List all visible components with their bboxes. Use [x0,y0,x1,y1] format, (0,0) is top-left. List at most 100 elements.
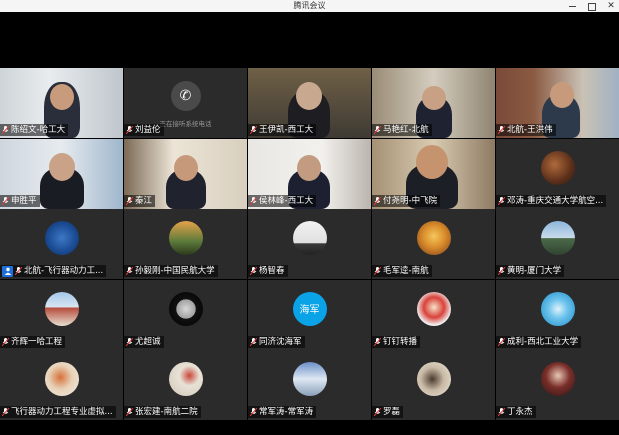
participant-name: 马艳红-北航 [383,125,429,135]
participant-tile[interactable]: 钉钉转播 [372,279,495,350]
mic-muted-icon [126,126,133,134]
participant-nameplate: 张宏建-南航二院 [124,406,201,418]
minimize-button[interactable] [569,1,577,11]
participant-tile[interactable]: 付尧明-中飞院 [372,138,495,209]
avatar [541,221,575,256]
participant-nameplate: 常军涛-常军涛 [248,406,317,418]
participant-nameplate: 丁永杰 [496,406,536,418]
participant-name: 刘益伦 [135,125,161,135]
close-button[interactable]: ✕ [607,1,615,11]
participant-nameplate: 成利-西北工业大学 [496,335,582,348]
participant-nameplate: 尤超诚 [124,335,164,348]
participant-tile[interactable]: ✆ 正在接听系统电话 刘益伦 [124,68,247,138]
title-bar: 腾讯会议 ✕ [0,0,619,12]
mic-muted-icon [2,196,9,205]
participant-name: 罗磊 [383,407,401,417]
avatar [416,291,451,326]
maximize-button[interactable] [588,1,596,11]
participant-name: 毛军逵-南航 [383,266,429,276]
avatar [44,291,79,326]
participant-name: 齐辉一哈工程 [11,336,63,347]
participant-name: 张宏建-南航二院 [135,407,198,417]
participant-name: 成利-西北工业大学 [507,336,579,347]
participant-nameplate: 申胜平 [0,194,40,207]
avatar: 海军 [292,291,327,326]
mic-muted-icon [498,408,505,416]
participant-nameplate: 毛军逵-南航 [372,265,432,277]
participant-name: 申胜平 [11,195,37,206]
avatar [416,221,451,256]
participant-name: 王伊凯-西工大 [259,125,314,135]
participant-nameplate: 邓涛-重庆交通大学航空... [496,194,607,207]
participant-name: 黄明-厦门大学 [507,266,562,276]
participant-name: 同济沈海军 [259,336,302,347]
participant-nameplate: 钉钉转播 [372,335,421,348]
participant-nameplate: 王伊凯-西工大 [248,124,317,136]
mic-muted-icon [126,337,133,346]
participant-tile[interactable]: 申胜平 [0,138,123,209]
participant-tile[interactable]: 丁永杰 [496,350,619,420]
participant-tile[interactable]: 罗磊 [372,350,495,420]
participant-tile[interactable]: 海军 同济沈海军 [248,279,371,350]
participant-tile[interactable]: 侯林峰-西工大 [248,138,371,209]
mic-muted-icon [374,337,381,346]
participant-name: 丁永杰 [507,407,533,417]
mic-muted-icon [250,337,257,346]
avatar [44,221,79,256]
participant-tile[interactable]: 孙毅刚-中国民航大学 [124,209,247,279]
participant-tile[interactable]: 张宏建-南航二院 [124,350,247,420]
participant-name: 孙毅刚-中国民航大学 [135,266,215,276]
meeting-top-area [0,12,619,68]
avatar [168,221,203,256]
participant-tile[interactable]: 齐辉一哈工程 [0,279,123,350]
mic-muted-icon [498,196,505,205]
participant-nameplate: 杨智春 [248,265,288,277]
participant-tile[interactable]: 北航-王洪伟 [496,68,619,138]
window-title: 腾讯会议 [293,1,326,10]
mic-muted-icon [2,408,9,416]
avatar [541,362,575,397]
participant-nameplate: 陈绍文-哈工大 [0,124,69,136]
host-user-icon [2,265,13,277]
participant-tile[interactable]: 成利-西北工业大学 [496,279,619,350]
participant-name: 侯林峰-西工大 [259,195,314,206]
participant-nameplate: 侯林峰-西工大 [248,194,317,207]
participant-name: 飞行器动力工程专业虚拟... [11,407,113,417]
participant-nameplate: 罗磊 [372,406,404,418]
participant-grid: 陈绍文-哈工大 ✆ 正在接听系统电话 刘益伦 王伊凯-西工大 马艳红-北航 北航… [0,68,619,420]
participant-tile[interactable]: 北航-飞行器动力工... [0,209,123,279]
participant-name: 杨智春 [259,266,285,276]
participant-nameplate: 付尧明-中飞院 [372,194,441,207]
participant-nameplate: 北航-王洪伟 [496,124,556,136]
participant-tile[interactable]: 常军涛-常军涛 [248,350,371,420]
mic-muted-icon [2,126,9,134]
participant-tile[interactable]: 飞行器动力工程专业虚拟... [0,350,123,420]
mic-muted-icon [126,408,133,416]
mic-muted-icon [374,126,381,134]
participant-nameplate: 秦江 [124,194,156,207]
participant-name: 尤超诚 [135,336,161,347]
participant-nameplate: 孙毅刚-中国民航大学 [124,265,218,277]
participant-tile[interactable]: 尤超诚 [124,279,247,350]
meeting-bottom-area [0,420,619,435]
participant-tile[interactable]: 秦江 [124,138,247,209]
mic-muted-icon [250,267,257,275]
participant-tile[interactable]: 陈绍文-哈工大 [0,68,123,138]
participant-name: 陈绍文-哈工大 [11,125,66,135]
participant-name: 北航-王洪伟 [507,125,553,135]
participant-nameplate: 同济沈海军 [248,335,305,348]
participant-nameplate: 黄明-厦门大学 [496,265,565,277]
participant-tile[interactable]: 黄明-厦门大学 [496,209,619,279]
mic-muted-icon [15,267,22,275]
mic-muted-icon [2,337,9,346]
avatar [541,291,575,326]
participant-tile[interactable]: 杨智春 [248,209,371,279]
participant-tile[interactable]: 王伊凯-西工大 [248,68,371,138]
participant-tile[interactable]: 毛军逵-南航 [372,209,495,279]
phone-icon: ✆ [170,81,201,111]
mic-muted-icon [250,408,257,416]
participant-tile[interactable]: 马艳红-北航 [372,68,495,138]
mic-muted-icon [126,267,133,275]
participant-tile[interactable]: 邓涛-重庆交通大学航空... [496,138,619,209]
avatar [168,362,203,397]
